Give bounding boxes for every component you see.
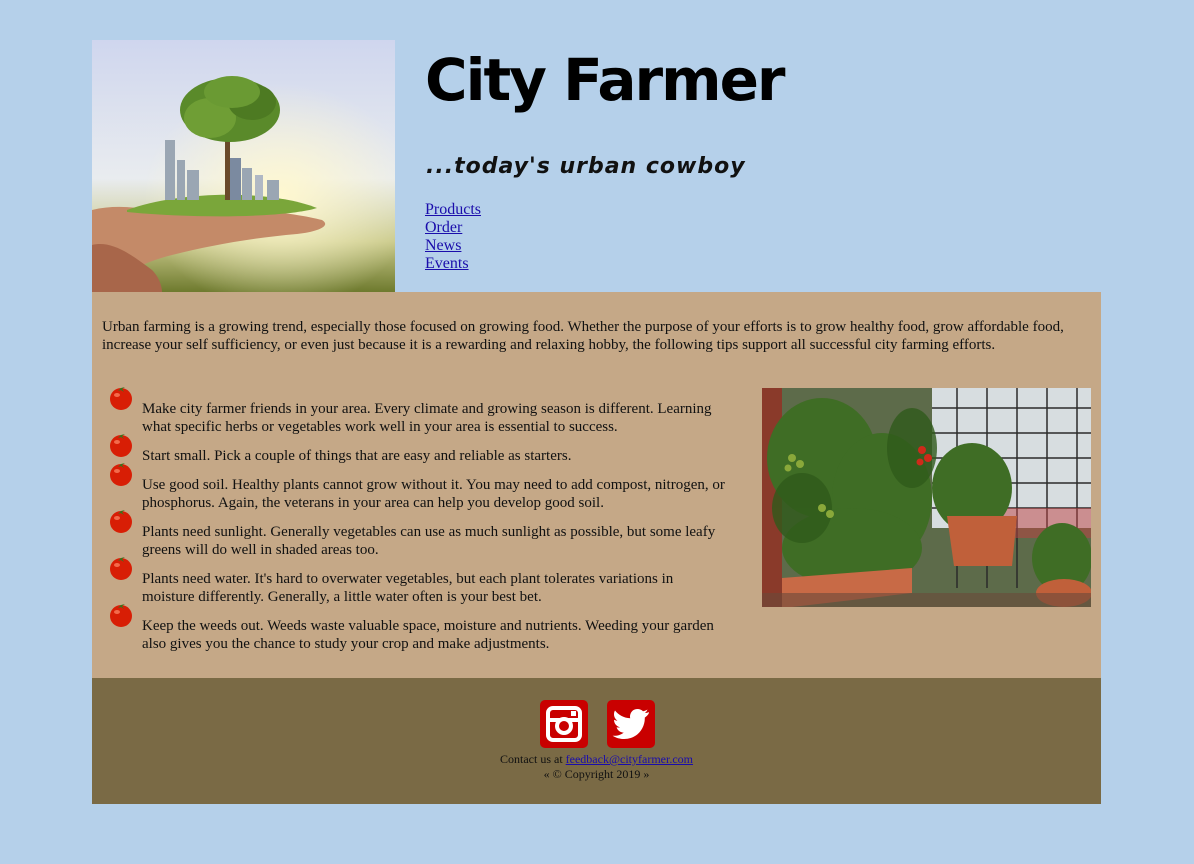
- copyright-text: « © Copyright 2019 »: [543, 767, 650, 781]
- hero-illustration: [92, 40, 395, 292]
- tomato-icon: [110, 510, 132, 533]
- tomato-icon: [110, 604, 132, 627]
- twitter-button[interactable]: [607, 700, 655, 748]
- site-tagline: ...today's urban cowboy: [426, 154, 746, 179]
- email-link[interactable]: feedback@cityfarmer.com: [566, 752, 693, 766]
- tomato-icon: [110, 387, 132, 410]
- tip-text: Plants need water. It's hard to overwate…: [142, 571, 674, 605]
- list-item: Make city farmer friends in your area. E…: [108, 387, 728, 436]
- tip-text: Plants need sunlight. Generally vegetabl…: [142, 524, 716, 558]
- page-container: City Farmer ...today's urban cowboy Prod…: [92, 40, 1101, 804]
- nav-link-products[interactable]: Products: [425, 201, 481, 219]
- balcony-garden-photo: [762, 388, 1091, 607]
- nav-link-events[interactable]: Events: [425, 255, 481, 273]
- contact-prefix: Contact us at: [500, 752, 566, 766]
- nav-link-order[interactable]: Order: [425, 219, 481, 237]
- main-content: Urban farming is a growing trend, especi…: [92, 292, 1101, 678]
- tomato-icon: [110, 557, 132, 580]
- site-footer: Contact us at feedback@cityfarmer.com « …: [92, 678, 1101, 804]
- site-header: City Farmer ...today's urban cowboy Prod…: [92, 40, 1101, 292]
- contact-line: Contact us at feedback@cityfarmer.com: [92, 752, 1101, 767]
- list-item: Plants need sunlight. Generally vegetabl…: [108, 510, 728, 559]
- tomato-icon: [110, 463, 132, 486]
- social-links: [540, 700, 670, 748]
- garden-illustration: [762, 388, 1091, 607]
- main-nav: Products Order News Events: [425, 201, 481, 273]
- nav-link-news[interactable]: News: [425, 237, 481, 255]
- tip-text: Make city farmer friends in your area. E…: [142, 401, 712, 435]
- tip-text: Keep the weeds out. Weeds waste valuable…: [142, 618, 714, 652]
- tomato-icon: [110, 434, 132, 457]
- list-item: Use good soil. Healthy plants cannot gro…: [108, 463, 728, 512]
- list-item: Plants need water. It's hard to overwate…: [108, 557, 728, 606]
- instagram-button[interactable]: [540, 700, 588, 748]
- tips-list: Make city farmer friends in your area. E…: [108, 387, 728, 653]
- hero-image-hand-holding-city: [92, 40, 395, 292]
- twitter-icon: [612, 709, 649, 739]
- intro-paragraph: Urban farming is a growing trend, especi…: [102, 319, 1064, 353]
- list-item: Start small. Pick a couple of things tha…: [108, 434, 728, 465]
- instagram-icon: [546, 706, 582, 742]
- tip-text: Use good soil. Healthy plants cannot gro…: [142, 477, 725, 511]
- tip-text: Start small. Pick a couple of things tha…: [142, 448, 572, 464]
- list-item: Keep the weeds out. Weeds waste valuable…: [108, 604, 728, 653]
- site-title: City Farmer: [425, 46, 786, 114]
